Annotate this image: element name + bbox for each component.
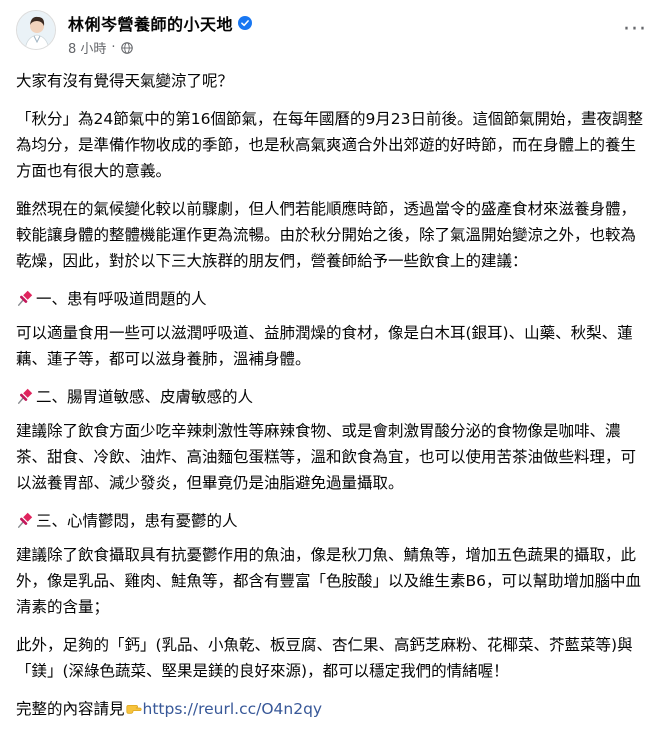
section-heading-3: 三、心情鬱悶，患有憂鬱的人 — [16, 508, 644, 534]
post-paragraph-5: 建議除了飲食攝取具有抗憂鬱作用的魚油，像是秋刀魚、鯖魚等，增加五色蔬果的攝取，此… — [16, 546, 641, 616]
section-heading-2: 二、腸胃道敏感、皮膚敏感的人 — [16, 384, 644, 410]
verified-badge-icon — [238, 16, 253, 30]
post-paragraph-2: 雖然現在的氣候變化較以前驟劇，但人們若能順應時節，透過當令的盛產食材來滋養身體，… — [16, 200, 637, 270]
post-meta: 8 小時 · — [68, 38, 133, 57]
pushpin-icon — [17, 388, 33, 404]
post-outro: 完整的內容請見 https://reurl.cc/O4n2qy — [16, 696, 644, 722]
post-paragraph-3: 可以適量食用一些可以滋潤呼吸道、益肺潤燥的食材，像是白木耳(銀耳)、山藥、秋梨、… — [16, 324, 633, 368]
post-timestamp[interactable]: 8 小時 — [68, 38, 106, 57]
pointing-hand-icon — [125, 704, 142, 714]
post-intro: 大家有沒有覺得天氣變涼了呢？ — [16, 72, 234, 90]
post-paragraph-4: 建議除了飲食方面少吃辛辣刺激性等麻辣食物、或是會刺激胃酸分泌的食物像是咖啡、濃茶… — [16, 422, 637, 492]
post-outro-text: 完整的內容請見 — [16, 700, 125, 718]
pushpin-icon — [17, 512, 33, 528]
section-heading-3-text: 三、心情鬱悶，患有憂鬱的人 — [36, 512, 238, 530]
facebook-post: 林俐岑營養師的小天地 8 小時 · ··· 大家有沒有覺得天氣變涼了呢？ 「秋分… — [0, 0, 661, 718]
section-heading-2-text: 二、腸胃道敏感、皮膚敏感的人 — [36, 388, 254, 406]
post-paragraph-1: 「秋分」為24節氣中的第16個節氣，在每年國曆的9月23日前後。這個節氣開始，晝… — [16, 110, 644, 180]
section-heading-1-text: 一、患有呼吸道問題的人 — [36, 290, 207, 308]
pushpin-icon — [17, 290, 33, 306]
section-heading-1: 一、患有呼吸道問題的人 — [16, 286, 644, 312]
post-paragraph-6: 此外，足夠的「鈣」(乳品、小魚乾、板豆腐、杏仁果、高鈣芝麻粉、花椰菜、芥藍菜等)… — [16, 636, 633, 680]
avatar-photo — [17, 11, 55, 49]
post-link[interactable]: https://reurl.cc/O4n2qy — [143, 700, 323, 718]
more-options-icon: ··· — [623, 17, 647, 42]
post-content: 大家有沒有覺得天氣變涼了呢？ 「秋分」為24節氣中的第16個節氣，在每年國曆的9… — [16, 68, 644, 734]
more-options-button[interactable]: ··· — [621, 16, 649, 44]
post-header: 林俐岑營養師的小天地 8 小時 · ··· — [16, 10, 646, 58]
avatar[interactable] — [16, 10, 56, 50]
meta-separator: · — [111, 40, 116, 55]
globe-icon[interactable] — [120, 41, 133, 54]
author-row: 林俐岑營養師的小天地 — [68, 11, 253, 35]
author-name[interactable]: 林俐岑營養師的小天地 — [68, 11, 233, 35]
